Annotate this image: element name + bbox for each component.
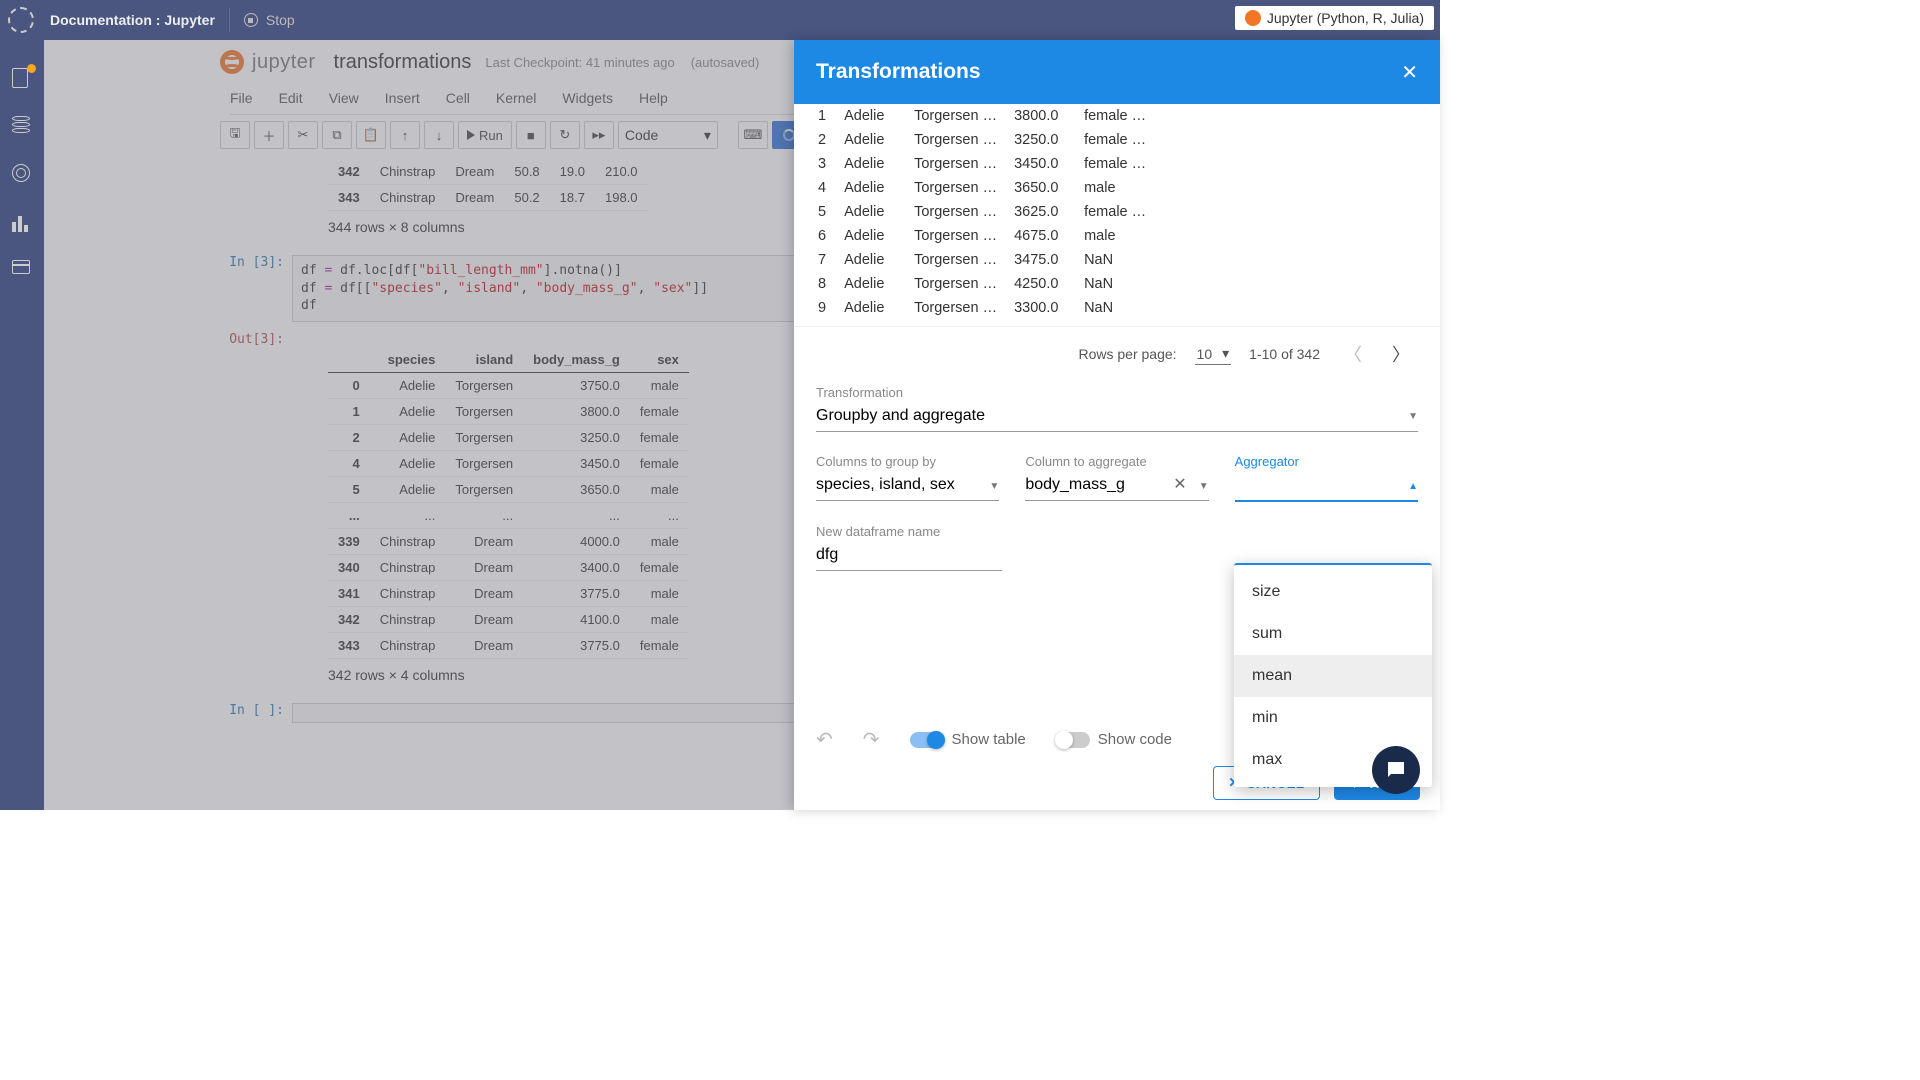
files-icon[interactable]	[12, 68, 32, 88]
settings-icon[interactable]	[12, 164, 32, 184]
chevron-down-icon: ▼	[989, 481, 999, 492]
stop-label: Stop	[266, 12, 295, 28]
chevron-up-icon: ▲	[1408, 481, 1418, 492]
aggregator-option-min[interactable]: min	[1234, 697, 1432, 739]
show-table-toggle[interactable]: Show table	[910, 731, 1026, 748]
stop-button[interactable]: Stop	[244, 12, 295, 28]
aggcol-label: Column to aggregate	[1025, 454, 1208, 469]
divider	[229, 8, 230, 32]
transformation-select[interactable]	[816, 403, 1418, 432]
chevron-down-icon: ▾	[1222, 345, 1229, 362]
stop-icon	[244, 13, 258, 27]
help-fab[interactable]	[1372, 746, 1420, 794]
aggregator-option-mean[interactable]: mean	[1234, 655, 1432, 697]
switch-off-icon	[1056, 732, 1090, 748]
redo-button[interactable]: ↷	[863, 727, 880, 752]
newdf-input[interactable]	[816, 542, 1002, 571]
kernel-badge[interactable]: Jupyter (Python, R, Julia)	[1235, 6, 1434, 30]
undo-button[interactable]: ↶	[816, 727, 833, 752]
switch-on-icon	[910, 732, 944, 748]
groupby-label: Columns to group by	[816, 454, 999, 469]
chevron-down-icon: ▼	[1408, 411, 1418, 422]
prev-page-button[interactable]: 〈	[1338, 341, 1368, 367]
aggregator-option-sum[interactable]: sum	[1234, 613, 1432, 655]
newdf-label: New dataframe name	[816, 524, 1002, 539]
chevron-down-icon: ▼	[1199, 481, 1209, 492]
aggregator-label: Aggregator	[1235, 454, 1418, 469]
rows-per-page-label: Rows per page:	[1078, 346, 1176, 362]
show-code-toggle[interactable]: Show code	[1056, 731, 1172, 748]
analytics-icon[interactable]	[12, 212, 32, 232]
left-rail	[0, 40, 44, 810]
jupyter-icon	[1245, 10, 1261, 26]
app-logo-icon	[8, 7, 34, 33]
data-icon[interactable]	[12, 116, 32, 136]
clear-icon[interactable]: ✕	[1173, 474, 1186, 494]
aggregator-option-size[interactable]: size	[1234, 571, 1432, 613]
breadcrumb: Documentation : Jupyter	[50, 12, 215, 28]
page-range: 1-10 of 342	[1249, 346, 1320, 362]
next-page-button[interactable]: 〉	[1386, 341, 1416, 367]
groupby-input[interactable]	[816, 472, 999, 501]
rows-per-page-select[interactable]: 10 ▾	[1195, 343, 1232, 365]
pagination: Rows per page: 10 ▾ 1-10 of 342 〈 〉	[794, 326, 1440, 385]
workspace-icon[interactable]	[12, 260, 32, 280]
top-bar: Documentation : Jupyter Stop Jupyter (Py…	[0, 0, 1440, 40]
aggregator-select[interactable]	[1235, 472, 1418, 502]
preview-table: 1AdelieTorgersen …3800.0female …2AdelieT…	[794, 104, 1440, 320]
transformation-label: Transformation	[816, 385, 1418, 400]
panel-header: Transformations ✕	[794, 40, 1440, 104]
transformations-panel: Transformations ✕ 1AdelieTorgersen …3800…	[794, 40, 1440, 810]
close-icon[interactable]: ✕	[1401, 60, 1418, 85]
panel-title: Transformations	[816, 60, 981, 84]
kernel-badge-label: Jupyter (Python, R, Julia)	[1267, 10, 1424, 26]
chat-icon	[1384, 758, 1408, 782]
